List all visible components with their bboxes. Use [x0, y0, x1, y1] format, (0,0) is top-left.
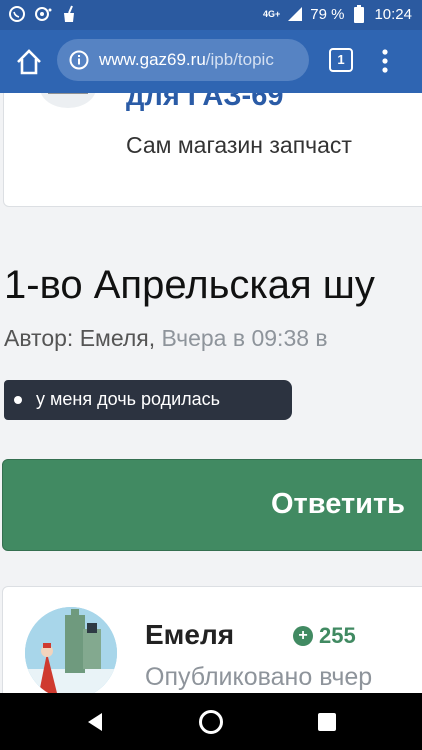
battery-icon: [350, 5, 368, 23]
signal-icon: [286, 5, 304, 23]
whatsapp-icon: [8, 5, 26, 23]
topic-tag[interactable]: у меня дочь родилась: [4, 380, 292, 420]
url-path: /ipb/topic: [205, 50, 274, 69]
author-prefix: Автор: Емеля,: [4, 325, 156, 351]
back-icon[interactable]: [84, 711, 106, 733]
post-published: Опубликовано вчер: [145, 663, 373, 691]
android-status-bar: 4G+ 79 % 10:24: [0, 0, 422, 30]
cleaner-icon: [60, 5, 78, 23]
reputation-value: 255: [319, 623, 356, 648]
avatar[interactable]: [25, 607, 117, 693]
clock: 10:24: [374, 5, 412, 23]
network-type: 4G+: [262, 9, 281, 19]
topic-author-line: Автор: Емеля, Вчера в 09:38 в: [4, 325, 328, 352]
battery-percent: 79 %: [310, 5, 345, 23]
url-domain: www.gaz69.ru: [99, 50, 206, 69]
url-text[interactable]: www.gaz69.ru/ipb/topic: [99, 50, 274, 70]
reputation-badge: + 255: [293, 623, 356, 649]
store-banner-card[interactable]: для ГАЗ-69 Сам магазин запчаст: [3, 93, 422, 207]
nav-home-icon[interactable]: [199, 710, 223, 734]
topic-date: Вчера в 09:38 в: [161, 325, 328, 351]
camera-notification-icon: [34, 5, 52, 23]
store-subtitle: Сам магазин запчаст: [126, 132, 352, 158]
store-title[interactable]: для ГАЗ-69: [126, 93, 283, 113]
store-logo: [38, 93, 98, 114]
overflow-menu-icon[interactable]: [380, 46, 390, 76]
page-content: для ГАЗ-69 Сам магазин запчаст 1-во Апре…: [0, 93, 422, 693]
reply-button[interactable]: Ответить: [2, 459, 422, 551]
tab-switcher-button[interactable]: 1: [329, 48, 353, 72]
recent-apps-icon[interactable]: [318, 713, 336, 731]
address-bar[interactable]: www.gaz69.ru/ipb/topic: [57, 39, 309, 81]
post-author-name[interactable]: Емеля: [145, 619, 234, 651]
browser-toolbar: www.gaz69.ru/ipb/topic 1: [0, 30, 422, 93]
info-icon[interactable]: [69, 50, 89, 70]
post-card: Емеля + 255 Опубликовано вчер: [2, 586, 422, 693]
topic-title: 1-во Апрельская шу: [4, 263, 375, 307]
tag-label: у меня дочь родилась: [36, 389, 221, 409]
home-icon[interactable]: [14, 47, 44, 77]
reply-button-label: Ответить: [271, 488, 406, 520]
tag-dot-icon: [14, 396, 22, 404]
plus-circle-icon: +: [293, 626, 313, 646]
android-nav-bar: [0, 693, 422, 750]
